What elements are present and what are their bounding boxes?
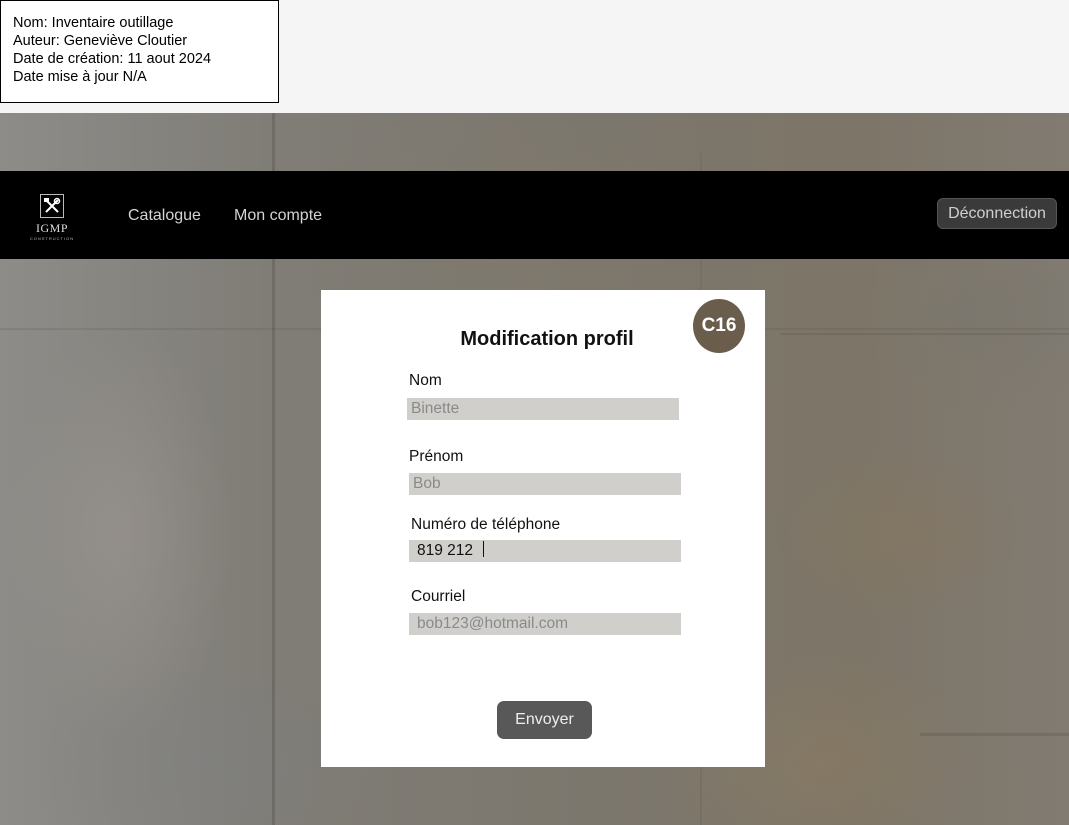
tools-icon xyxy=(40,194,64,218)
email-label: Courriel xyxy=(411,588,466,605)
info-updated: Date mise à jour N/A xyxy=(13,69,147,85)
info-author: Auteur: Geneviève Cloutier xyxy=(13,33,188,49)
text-caret xyxy=(483,541,485,557)
info-created: Date de création: 11 aout 2024 xyxy=(13,51,212,67)
form-title: Modification profil xyxy=(460,328,634,350)
nav-link-catalogue[interactable]: Catalogue xyxy=(128,207,201,225)
navbar: IGMP CONSTRUCTION Catalogue Mon compte D… xyxy=(0,171,1069,259)
profile-form-card: C16 Modification profil Nom Binette Prén… xyxy=(321,290,765,767)
nav-link-mon-compte[interactable]: Mon compte xyxy=(234,207,322,225)
phone-value: 819 212 xyxy=(417,542,474,559)
info-name: Nom: Inventaire outillage xyxy=(13,15,174,31)
last-name-input[interactable]: Binette xyxy=(407,398,679,420)
first-name-input[interactable]: Bob xyxy=(409,473,681,495)
first-name-label: Prénom xyxy=(409,448,464,465)
email-input[interactable]: bob123@hotmail.com xyxy=(409,613,681,635)
last-name-label: Nom xyxy=(409,372,442,389)
logo-text: IGMP xyxy=(35,221,68,235)
logout-button[interactable]: Déconnection xyxy=(937,198,1057,229)
page: Nom: Inventaire outillage Auteur: Genevi… xyxy=(0,0,1069,825)
document-info-box: Nom: Inventaire outillage Auteur: Genevi… xyxy=(0,0,279,103)
phone-input[interactable]: 819 212 xyxy=(409,540,681,562)
logo-subtext: CONSTRUCTION xyxy=(29,236,75,241)
phone-label: Numéro de téléphone xyxy=(411,516,561,533)
brand-logo[interactable]: IGMP CONSTRUCTION xyxy=(26,194,78,246)
submit-button[interactable]: Envoyer xyxy=(497,701,592,739)
